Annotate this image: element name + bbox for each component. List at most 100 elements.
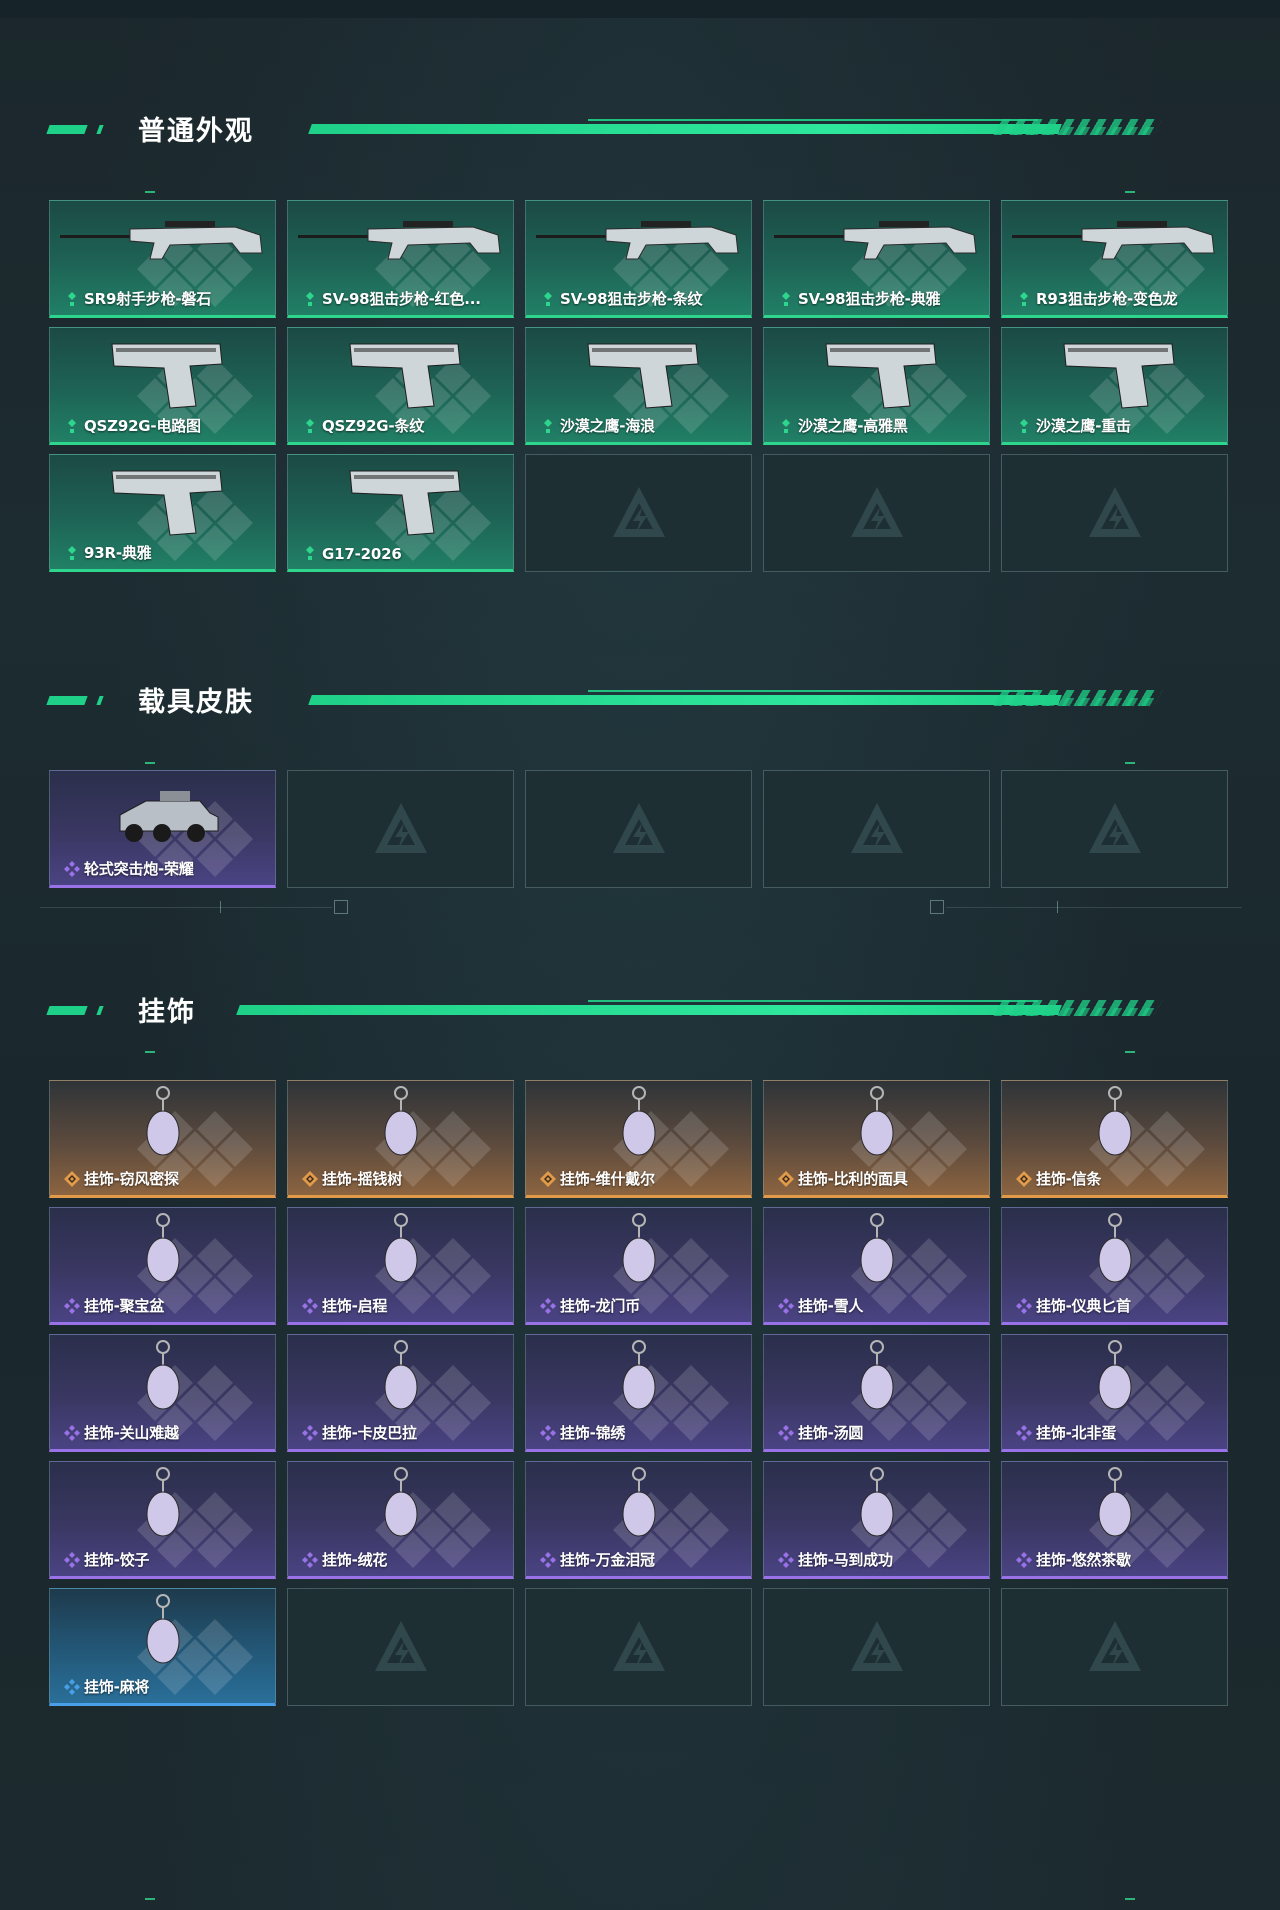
item-card[interactable]: 挂饰-绒花 [287, 1461, 514, 1579]
charm-icon [860, 1086, 894, 1156]
rarity-icon [778, 1552, 794, 1568]
sniper-rifle-icon [298, 221, 501, 260]
item-card[interactable]: 挂饰-雪人 [763, 1207, 990, 1325]
rarity-icon [544, 292, 552, 306]
pistol-icon [349, 470, 461, 536]
section-title: 挂饰 [138, 997, 196, 1028]
charm-icon [1098, 1467, 1132, 1537]
item-card[interactable]: 挂饰-启程 [287, 1207, 514, 1325]
item-card[interactable]: 挂饰-麻将 [49, 1588, 276, 1706]
brand-watermark-icon [374, 1621, 427, 1671]
item-card[interactable]: QSZ92G-条纹 [287, 327, 514, 445]
charm-icon [384, 1467, 418, 1537]
item-card[interactable]: 挂饰-龙门币 [525, 1207, 752, 1325]
item-card[interactable]: 挂饰-摇钱树 [287, 1080, 514, 1198]
item-card[interactable]: 挂饰-聚宝盆 [49, 1207, 276, 1325]
item-card[interactable]: 轮式突击炮-荣耀 [49, 770, 276, 888]
empty-slot [525, 770, 752, 888]
header-thin-line [588, 690, 1038, 692]
item-name: 沙漠之鹰-海浪 [560, 417, 655, 435]
item-card[interactable]: 93R-典雅 [49, 454, 276, 572]
charm-icon [622, 1340, 656, 1410]
hud-tick-right [1057, 901, 1058, 913]
weapon-skin-grid: SR9射手步枪-磐石 SV-98狙击步枪-红色... SV-98狙击步枪-条纹 SV-… [49, 200, 1230, 572]
rarity-icon [1020, 292, 1028, 306]
item-card[interactable]: 挂饰-卡皮巴拉 [287, 1334, 514, 1452]
item-name: 挂饰-比利的面具 [798, 1170, 908, 1188]
rarity-icon [306, 419, 314, 433]
charm-icon [860, 1467, 894, 1537]
header-line [236, 1005, 1062, 1015]
item-name: SR9射手步枪-磐石 [84, 290, 212, 308]
item-card[interactable]: SR9射手步枪-磐石 [49, 200, 276, 318]
brand-watermark-icon [1088, 803, 1141, 853]
rarity-icon [68, 419, 76, 433]
pistol-icon [111, 470, 223, 536]
item-name: 挂饰-马到成功 [798, 1551, 893, 1569]
item-card[interactable]: 挂饰-信条 [1001, 1080, 1228, 1198]
rarity-icon [68, 546, 76, 560]
item-name: 挂饰-关山难越 [84, 1424, 179, 1442]
rarity-icon [302, 1552, 318, 1568]
item-card[interactable]: SV-98狙击步枪-条纹 [525, 200, 752, 318]
empty-slot [287, 1588, 514, 1706]
charm-icon [146, 1340, 180, 1410]
item-card[interactable]: SV-98狙击步枪-红色... [287, 200, 514, 318]
item-card[interactable]: 挂饰-关山难越 [49, 1334, 276, 1452]
brand-watermark-icon [612, 1621, 665, 1671]
item-card[interactable]: 沙漠之鹰-高雅黑 [763, 327, 990, 445]
item-name: 轮式突击炮-荣耀 [84, 860, 194, 878]
item-card[interactable]: 挂饰-万金泪冠 [525, 1461, 752, 1579]
charm-icon [1098, 1086, 1132, 1156]
vehicle-icon [119, 791, 219, 842]
item-card[interactable]: 挂饰-马到成功 [763, 1461, 990, 1579]
item-card[interactable]: 沙漠之鹰-重击 [1001, 327, 1228, 445]
rarity-icon [540, 1425, 556, 1441]
item-name: R93狙击步枪-变色龙 [1036, 290, 1178, 308]
item-name: SV-98狙击步枪-典雅 [798, 290, 941, 308]
rarity-icon [64, 861, 80, 877]
empty-slot [287, 770, 514, 888]
charm-icon [860, 1340, 894, 1410]
item-name: 挂饰-聚宝盆 [84, 1297, 165, 1315]
item-card[interactable]: 挂饰-维什戴尔 [525, 1080, 752, 1198]
rarity-icon [1016, 1171, 1032, 1187]
item-name: 93R-典雅 [84, 544, 152, 562]
item-name: 挂饰-绒花 [322, 1551, 388, 1569]
charm-icon [860, 1213, 894, 1283]
sniper-rifle-icon [536, 221, 739, 260]
header-accent-bar [46, 125, 88, 134]
item-name: 沙漠之鹰-重击 [1036, 417, 1131, 435]
item-card[interactable]: 挂饰-窃风密探 [49, 1080, 276, 1198]
item-card[interactable]: SV-98狙击步枪-典雅 [763, 200, 990, 318]
rarity-icon [540, 1552, 556, 1568]
rarity-icon [782, 419, 790, 433]
item-card[interactable]: 挂饰-悠然茶歇 [1001, 1461, 1228, 1579]
corner-dash [1125, 1051, 1135, 1053]
hud-tick-left [220, 901, 221, 913]
item-name: 挂饰-窃风密探 [84, 1170, 179, 1188]
rarity-icon [64, 1679, 80, 1695]
item-card[interactable]: 挂饰-比利的面具 [763, 1080, 990, 1198]
item-card[interactable]: QSZ92G-电路图 [49, 327, 276, 445]
item-card[interactable]: 沙漠之鹰-海浪 [525, 327, 752, 445]
item-card[interactable]: R93狙击步枪-变色龙 [1001, 200, 1228, 318]
pistol-icon [825, 343, 937, 409]
empty-slot [1001, 454, 1228, 572]
item-card[interactable]: 挂饰-锦绣 [525, 1334, 752, 1452]
rarity-icon [302, 1171, 318, 1187]
corner-dash [145, 762, 155, 764]
rarity-icon [302, 1425, 318, 1441]
item-name: 挂饰-雪人 [798, 1297, 864, 1315]
item-card[interactable]: G17-2026 [287, 454, 514, 572]
charm-icon [384, 1086, 418, 1156]
item-card[interactable]: 挂饰-饺子 [49, 1461, 276, 1579]
hud-divider-right [946, 907, 1242, 908]
item-card[interactable]: 挂饰-汤圆 [763, 1334, 990, 1452]
item-card[interactable]: 挂饰-仪典匕首 [1001, 1207, 1228, 1325]
top-bar [0, 0, 1280, 18]
header-accent-bar [96, 125, 104, 134]
header-accent-bar [96, 1006, 104, 1015]
item-card[interactable]: 挂饰-北非蛋 [1001, 1334, 1228, 1452]
empty-slot [1001, 770, 1228, 888]
